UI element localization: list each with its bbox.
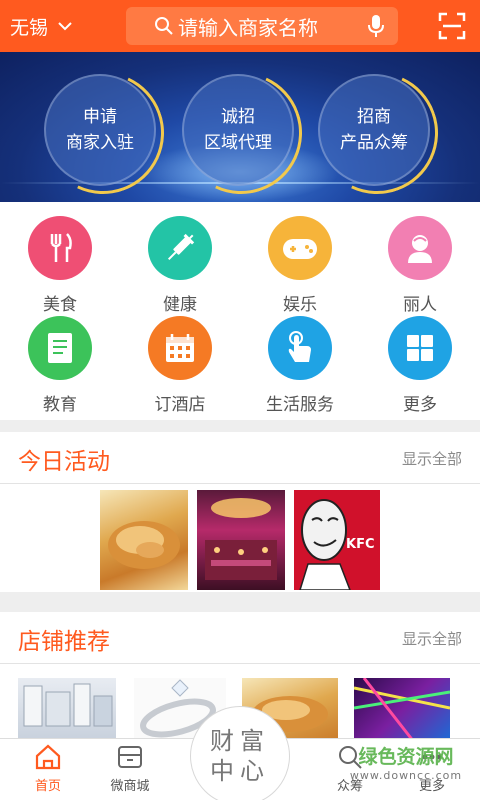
utensils-icon <box>28 216 92 280</box>
app-screen: 无锡 请输入商家名称 申请 商家入驻 诚招 区域代理 招商 产品众筹 美食 健康… <box>0 0 480 800</box>
category-label: 娱乐 <box>283 295 317 315</box>
store-icon <box>118 746 142 768</box>
category-entertainment[interactable]: 娱乐 <box>240 216 360 316</box>
category-label: 丽人 <box>403 295 437 315</box>
microphone-icon[interactable] <box>366 14 386 38</box>
category-hotel[interactable]: 订酒店 <box>120 316 240 416</box>
svg-text:KFC: KFC <box>346 537 375 552</box>
search-input[interactable]: 请输入商家名称 <box>126 7 398 45</box>
banner-item-line2: 产品众筹 <box>340 133 408 153</box>
search-placeholder: 请输入商家名称 <box>178 15 318 40</box>
tab-micro-mall[interactable]: 微商城 <box>82 743 178 799</box>
tab-label: 微商城 <box>110 779 150 794</box>
banner-item-line1: 诚招 <box>221 107 255 127</box>
agent-recruit-button[interactable]: 诚招 区域代理 <box>182 74 294 186</box>
center-button-line1: 财富 <box>210 727 270 755</box>
center-button-line2: 中心 <box>210 757 270 785</box>
section-title: 店铺推荐 <box>18 629 110 655</box>
home-icon <box>35 744 61 770</box>
category-life-service[interactable]: 生活服务 <box>240 316 360 416</box>
category-beauty[interactable]: 丽人 <box>360 216 480 316</box>
category-label: 健康 <box>163 295 197 315</box>
gamepad-icon <box>268 216 332 280</box>
watermark-title: 绿色资源网 <box>358 746 454 768</box>
category-label: 订酒店 <box>154 395 206 415</box>
tab-label: 首页 <box>34 779 61 794</box>
calendar-icon <box>148 316 212 380</box>
book-icon <box>28 316 92 380</box>
city-label: 无锡 <box>10 16 49 39</box>
category-education[interactable]: 教育 <box>0 316 120 416</box>
banner-item-line2: 区域代理 <box>204 133 272 153</box>
crowdfund-invite-button[interactable]: 招商 产品众筹 <box>318 74 430 186</box>
chevron-down-icon <box>58 22 72 31</box>
show-all-link[interactable]: 显示全部 <box>402 628 462 649</box>
today-activities-section: 今日活动 显示全部 KFC <box>0 432 480 592</box>
section-title: 今日活动 <box>18 449 110 475</box>
promo-banner[interactable]: 申请 商家入驻 诚招 区域代理 招商 产品众筹 <box>0 52 480 202</box>
section-header: 今日活动 显示全部 <box>0 432 480 484</box>
scan-icon[interactable] <box>438 12 466 40</box>
hand-pointer-icon <box>268 316 332 380</box>
watermark-url: www.downcc.com <box>349 769 463 782</box>
city-selector[interactable]: 无锡 <box>10 12 72 40</box>
category-label: 教育 <box>43 395 77 415</box>
woman-icon <box>388 216 452 280</box>
category-food[interactable]: 美食 <box>0 216 120 316</box>
activity-image-restaurant[interactable] <box>197 490 285 590</box>
banner-item-line1: 申请 <box>83 107 117 127</box>
section-header: 店铺推荐 显示全部 <box>0 612 480 664</box>
category-label: 美食 <box>43 295 77 315</box>
top-bar: 无锡 请输入商家名称 <box>0 0 480 52</box>
category-more[interactable]: 更多 <box>360 316 480 416</box>
category-label: 生活服务 <box>266 395 334 415</box>
banner-item-line1: 招商 <box>357 107 391 127</box>
activity-image-fried-food[interactable] <box>100 490 188 590</box>
grid-icon <box>388 316 452 380</box>
banner-item-line2: 商家入驻 <box>66 133 134 153</box>
wealth-center-button[interactable]: 财富 中心 <box>190 706 290 800</box>
activity-image-kfc[interactable]: KFC <box>294 490 380 590</box>
syringe-icon <box>148 216 212 280</box>
category-grid: 美食 健康 娱乐 丽人 教育 订酒店 生活服务 更多 <box>0 202 480 420</box>
show-all-link[interactable]: 显示全部 <box>402 448 462 469</box>
site-watermark: 绿色资源网 www.downcc.com <box>340 742 472 792</box>
shop-image-ktv[interactable] <box>354 678 450 742</box>
merchant-apply-button[interactable]: 申请 商家入驻 <box>44 74 156 186</box>
search-icon <box>155 17 173 35</box>
shop-image-appliances[interactable] <box>18 678 116 742</box>
category-label: 更多 <box>403 395 437 415</box>
category-health[interactable]: 健康 <box>120 216 240 316</box>
